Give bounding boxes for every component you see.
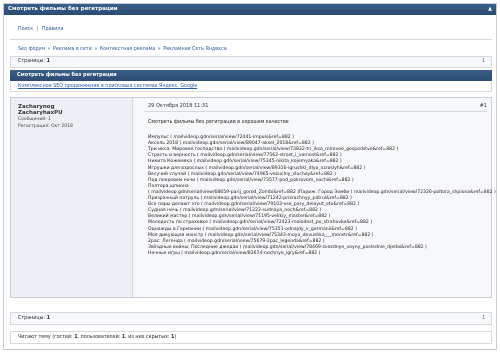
- post-line: Ночные игры ( mailvideop.gdn/serial/view…: [148, 250, 321, 256]
- pagination-label: Страницы:: [18, 316, 46, 321]
- breadcrumb-item[interactable]: Рекламная Сеть Яндекса: [163, 47, 227, 52]
- rules-link[interactable]: Правила: [42, 27, 64, 32]
- thread-viewers: Читают тему (гостей: 1, пользователей: 1…: [10, 331, 492, 344]
- viewers-text: , из них скрытых:: [125, 335, 171, 340]
- pagination-mark: 1: [481, 316, 485, 321]
- thread-title: Смотреть фильмы без регитрации: [17, 72, 117, 78]
- post-author-panel: Zacharynog ZacharyhaxPU Сообщений: 1 Рег…: [11, 98, 133, 297]
- breadcrumb-separator: »: [94, 47, 98, 52]
- breadcrumb-item[interactable]: Seo форум: [18, 47, 45, 52]
- post-date: 29 Октября 2018 11:31: [148, 103, 209, 109]
- breadcrumb: Seo форум » Реклама в сети » Контекстная…: [18, 47, 227, 52]
- post: Zacharynog ZacharyhaxPU Сообщений: 1 Рег…: [10, 97, 496, 298]
- viewers-text: , пользователей:: [77, 335, 122, 340]
- pagination-top: Страницы: 1 1: [10, 56, 492, 68]
- author-message-count: Сообщений: 1: [18, 117, 52, 122]
- post-text: Смотреть фильмы без регитрации в хорошем…: [148, 120, 496, 257]
- post-divider: [144, 111, 487, 112]
- pagination-bottom: Страницы: 1 1: [10, 312, 492, 325]
- collapse-arrow-icon[interactable]: ▲: [488, 4, 492, 15]
- breadcrumb-item[interactable]: Реклама в сети: [53, 47, 92, 52]
- breadcrumb-separator: »: [47, 47, 51, 52]
- breadcrumb-separator: »: [157, 47, 161, 52]
- author-registration: Регистрация: Окт 2018: [18, 123, 73, 129]
- search-link[interactable]: Поиск: [18, 27, 33, 32]
- top-links: Поиск | Правила: [18, 27, 63, 32]
- page-frame: Смотреть фильмы без регитрации ▲ Поиск |…: [3, 3, 497, 350]
- top-links-separator: |: [36, 27, 39, 32]
- post-intro: Смотреть фильмы без регитрации в хорошем…: [148, 120, 289, 125]
- divider: [10, 39, 492, 40]
- breadcrumb-item[interactable]: Контекстная реклама: [100, 47, 156, 52]
- author-name-secondary[interactable]: ZacharyhaxPU: [18, 110, 125, 116]
- pagination-current-page: 1: [46, 316, 50, 321]
- forum-header-title: Смотреть фильмы без регитрации: [8, 6, 118, 12]
- viewers-text: ): [174, 335, 177, 340]
- viewers-text: Читают тему (гостей:: [18, 335, 75, 340]
- sponsored-link[interactable]: Комплексное SEO продвижение в поисковых …: [10, 82, 492, 92]
- post-body: 29 Октября 2018 11:31 #1 Смотреть фильмы…: [134, 98, 496, 297]
- thread-title-bar: Смотреть фильмы без регитрации: [10, 70, 492, 81]
- pagination-current-page: 1: [46, 59, 50, 64]
- pagination-label: Страницы:: [18, 59, 46, 64]
- post-number-link[interactable]: #1: [480, 103, 487, 109]
- forum-header: Смотреть фильмы без регитрации ▲: [4, 4, 496, 15]
- pagination-mark: 1: [481, 59, 485, 64]
